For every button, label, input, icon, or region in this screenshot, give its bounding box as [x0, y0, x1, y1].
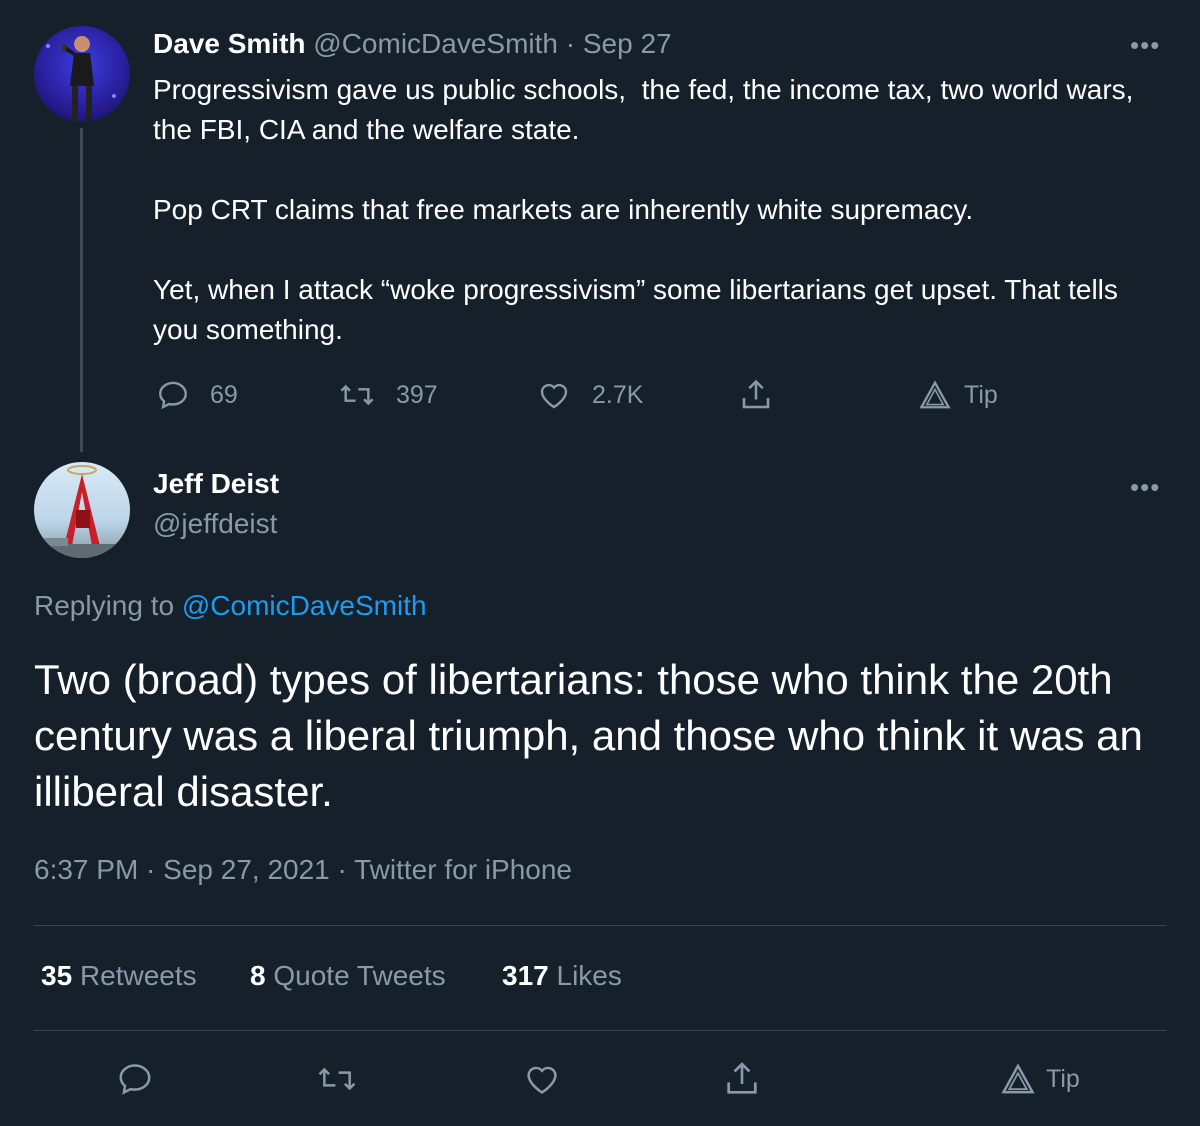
avatar-image	[34, 465, 130, 558]
share-button[interactable]	[722, 1058, 762, 1100]
tip-icon	[919, 380, 951, 409]
avatar-dave-smith[interactable]	[34, 26, 130, 122]
retweets-stat[interactable]: 35 Retweets	[41, 960, 197, 992]
likes-label: Likes	[556, 960, 622, 991]
thread-connector-line	[80, 128, 83, 452]
retweet-button[interactable]: 397	[338, 374, 438, 416]
share-icon	[742, 379, 770, 409]
tip-button[interactable]: Tip	[918, 374, 998, 416]
author-handle[interactable]: @jeffdeist	[153, 508, 277, 540]
like-count: 2.7K	[592, 380, 644, 409]
retweets-label: Retweets	[79, 960, 197, 991]
tip-button[interactable]: Tip	[1000, 1058, 1080, 1100]
likes-count: 317	[502, 960, 549, 991]
avatar-image	[46, 36, 116, 122]
share-icon	[727, 1062, 757, 1094]
replying-handle-link[interactable]: @ComicDaveSmith	[182, 590, 427, 621]
retweet-button[interactable]	[316, 1058, 358, 1100]
tip-label: Tip	[1046, 1064, 1080, 1093]
reply-button[interactable]: 69	[156, 374, 238, 416]
more-icon[interactable]: •••	[1130, 474, 1160, 500]
like-button[interactable]: 2.7K	[536, 374, 643, 416]
share-button[interactable]	[738, 374, 794, 416]
avatar-jeff-deist[interactable]	[34, 462, 130, 558]
tweet-timestamp[interactable]: 6:37 PM · Sep 27, 2021 · Twitter for iPh…	[34, 854, 572, 886]
quotes-label: Quote Tweets	[273, 960, 446, 991]
quotes-count: 8	[250, 960, 266, 991]
tip-icon	[1001, 1063, 1035, 1094]
retweet-icon	[318, 1067, 356, 1091]
author-name[interactable]: Jeff Deist	[153, 468, 279, 500]
divider	[34, 1030, 1166, 1031]
replying-prefix: Replying to	[34, 590, 182, 621]
reply-icon	[119, 1064, 151, 1095]
like-icon	[527, 1066, 557, 1094]
reply-icon	[159, 381, 187, 410]
divider	[34, 925, 1166, 926]
likes-stat[interactable]: 317 Likes	[502, 960, 622, 992]
replying-to: Replying to @ComicDaveSmith	[34, 590, 427, 622]
tip-label: Tip	[964, 380, 998, 409]
like-button[interactable]	[522, 1058, 562, 1100]
reply-count: 69	[210, 380, 238, 409]
parent-tweet-text: Progressivism gave us public schools, th…	[153, 74, 1134, 345]
quote-tweets-stat[interactable]: 8 Quote Tweets	[250, 960, 446, 992]
reply-button[interactable]	[116, 1058, 154, 1100]
tweet-date[interactable]: · Sep 27	[566, 28, 672, 59]
retweet-count: 397	[396, 380, 438, 409]
retweets-count: 35	[41, 960, 73, 991]
parent-tweet-header: Dave Smith @ComicDaveSmith · Sep 27	[153, 28, 672, 60]
more-icon[interactable]: •••	[1130, 32, 1160, 58]
author-handle[interactable]: @ComicDaveSmith	[313, 28, 558, 59]
like-icon	[540, 383, 568, 409]
retweet-icon	[340, 384, 374, 406]
author-name[interactable]: Dave Smith	[153, 28, 306, 59]
main-tweet-text: Two (broad) types of libertarians: those…	[34, 656, 1143, 815]
